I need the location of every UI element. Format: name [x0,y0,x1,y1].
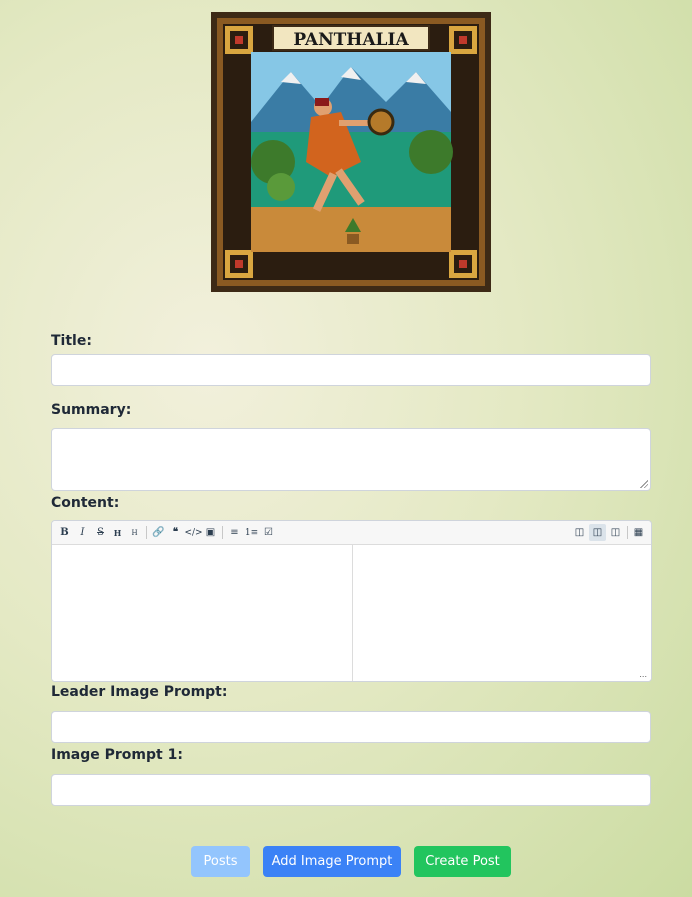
banner-title: PANTHALIA [293,30,409,50]
content-label: Content: [51,495,120,511]
image-prompt-1-input[interactable] [51,774,651,806]
fullscreen-preview-icon[interactable]: ◫ [607,524,624,541]
heading-icon[interactable]: H [109,524,126,541]
preview-icon[interactable]: ◫ [571,524,588,541]
add-image-prompt-button[interactable]: Add Image Prompt [263,846,401,877]
italic-icon[interactable]: I [74,524,91,541]
unordered-list-icon[interactable]: ≡ [226,524,243,541]
pixel-art-banner-icon: PANTHALIA [211,12,491,292]
summary-textarea[interactable] [51,428,651,491]
editor-preview-pane [353,545,651,681]
markdown-editor[interactable]: B I S H H 🔗 ❝ </> ▣ ≡ 1≡ ☑ ◫ ◫ ◫ ▦ ... [51,520,652,682]
image-icon[interactable]: ▣ [202,524,219,541]
bold-icon[interactable]: B [56,524,73,541]
side-by-side-icon[interactable]: ◫ [589,524,606,541]
ordered-list-icon[interactable]: 1≡ [243,524,260,541]
checklist-icon[interactable]: ☑ [260,524,277,541]
title-label: Title: [51,333,92,349]
banner-image: PANTHALIA [211,12,491,292]
heading-smaller-icon[interactable]: H [126,524,143,541]
title-input[interactable] [51,354,651,386]
image-prompt-1-label: Image Prompt 1: [51,747,183,763]
leader-prompt-input[interactable] [51,711,651,743]
editor-status: ... [639,670,647,679]
editor-toolbar: B I S H H 🔗 ❝ </> ▣ ≡ 1≡ ☑ ◫ ◫ ◫ ▦ [52,521,651,545]
quote-icon[interactable]: ❝ [167,524,184,541]
resize-grip-icon[interactable] [640,480,648,488]
posts-button[interactable]: Posts [191,846,250,877]
editor-input-pane[interactable] [52,545,352,681]
code-icon[interactable]: </> [184,524,202,541]
summary-label: Summary: [51,402,132,418]
create-post-button[interactable]: Create Post [414,846,511,877]
strikethrough-icon[interactable]: S [92,524,109,541]
link-icon[interactable]: 🔗 [150,524,167,541]
leader-prompt-label: Leader Image Prompt: [51,684,228,700]
fullscreen-icon[interactable]: ▦ [630,524,647,541]
